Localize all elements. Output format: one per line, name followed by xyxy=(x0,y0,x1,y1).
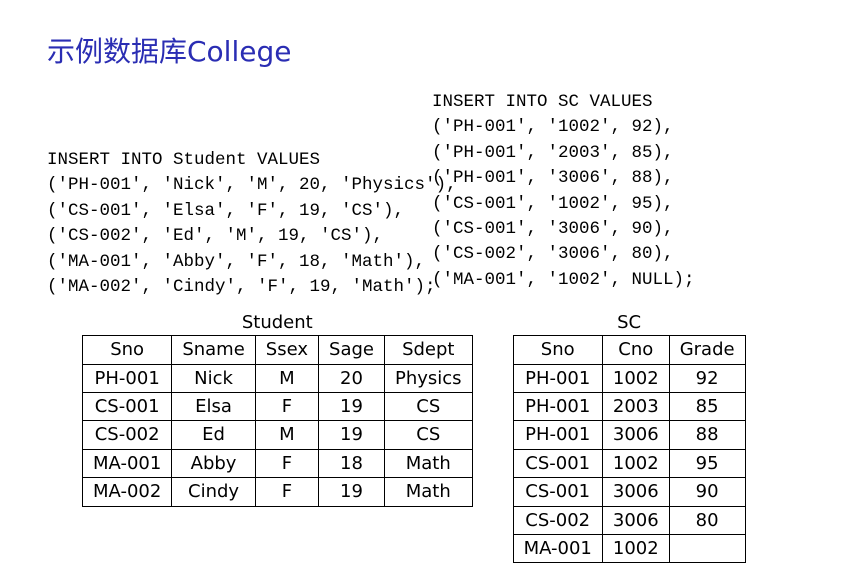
cell: 3006 xyxy=(602,506,669,534)
col-header: Sage xyxy=(319,336,385,364)
cell: Ed xyxy=(172,421,255,449)
cell: PH-001 xyxy=(83,364,172,392)
cell: CS-002 xyxy=(513,506,602,534)
student-table-wrap: Student Sno Sname Ssex Sage Sdept PH-001… xyxy=(82,312,473,506)
cell: F xyxy=(255,393,318,421)
sc-insert-code: INSERT INTO SC VALUES ('PH-001', '1002',… xyxy=(432,90,802,293)
cell: 88 xyxy=(669,421,745,449)
table-row: PH-001 Nick M 20 Physics xyxy=(83,364,473,392)
cell: CS-001 xyxy=(513,478,602,506)
cell: CS xyxy=(384,393,472,421)
cell: 19 xyxy=(319,478,385,506)
cell: CS xyxy=(384,421,472,449)
cell: CS-001 xyxy=(513,449,602,477)
cell: CS-001 xyxy=(83,393,172,421)
cell: Math xyxy=(384,478,472,506)
table-row: CS-001 1002 95 xyxy=(513,449,745,477)
slide: 示例数据库College INSERT INTO Student VALUES … xyxy=(0,0,851,549)
page-title: 示例数据库College xyxy=(47,30,804,70)
cell: F xyxy=(255,478,318,506)
cell: 2003 xyxy=(602,393,669,421)
cell: Nick xyxy=(172,364,255,392)
student-insert-code: INSERT INTO Student VALUES ('PH-001', 'N… xyxy=(47,90,427,300)
cell: MA-001 xyxy=(83,449,172,477)
cell: PH-001 xyxy=(513,421,602,449)
cell: MA-002 xyxy=(83,478,172,506)
table-row: MA-002 Cindy F 19 Math xyxy=(83,478,473,506)
cell: F xyxy=(255,449,318,477)
col-header: Cno xyxy=(602,336,669,364)
tables-row: Student Sno Sname Ssex Sage Sdept PH-001… xyxy=(47,312,804,563)
cell: 19 xyxy=(319,393,385,421)
cell: 80 xyxy=(669,506,745,534)
col-header: Ssex xyxy=(255,336,318,364)
student-table-caption: Student xyxy=(82,312,473,333)
cell: CS-002 xyxy=(83,421,172,449)
cell: 1002 xyxy=(602,449,669,477)
col-header: Sdept xyxy=(384,336,472,364)
sc-table-caption: SC xyxy=(513,312,746,333)
cell: 3006 xyxy=(602,478,669,506)
cell: 85 xyxy=(669,393,745,421)
table-row: PH-001 1002 92 xyxy=(513,364,745,392)
cell: 3006 xyxy=(602,421,669,449)
table-row: PH-001 3006 88 xyxy=(513,421,745,449)
cell: 20 xyxy=(319,364,385,392)
table-row: CS-001 3006 90 xyxy=(513,478,745,506)
cell: Elsa xyxy=(172,393,255,421)
cell: 19 xyxy=(319,421,385,449)
col-header: Grade xyxy=(669,336,745,364)
table-row: CS-002 3006 80 xyxy=(513,506,745,534)
cell: 1002 xyxy=(602,364,669,392)
student-table: Sno Sname Ssex Sage Sdept PH-001 Nick M … xyxy=(82,335,473,506)
col-header: Sno xyxy=(83,336,172,364)
cell: Math xyxy=(384,449,472,477)
cell: 95 xyxy=(669,449,745,477)
table-row: MA-001 Abby F 18 Math xyxy=(83,449,473,477)
cell: 92 xyxy=(669,364,745,392)
cell: M xyxy=(255,364,318,392)
code-row: INSERT INTO Student VALUES ('PH-001', 'N… xyxy=(47,90,804,300)
cell: M xyxy=(255,421,318,449)
table-row: CS-002 Ed M 19 CS xyxy=(83,421,473,449)
table-row: PH-001 2003 85 xyxy=(513,393,745,421)
sc-table: Sno Cno Grade PH-001 1002 92 PH-001 2003… xyxy=(513,335,746,563)
col-header: Sno xyxy=(513,336,602,364)
cell: Abby xyxy=(172,449,255,477)
cell: PH-001 xyxy=(513,364,602,392)
cell: 18 xyxy=(319,449,385,477)
table-row: CS-001 Elsa F 19 CS xyxy=(83,393,473,421)
cell: Cindy xyxy=(172,478,255,506)
cell: Physics xyxy=(384,364,472,392)
col-header: Sname xyxy=(172,336,255,364)
table-header-row: Sno Cno Grade xyxy=(513,336,745,364)
sc-table-wrap: SC Sno Cno Grade PH-001 1002 92 xyxy=(513,312,746,563)
cell: PH-001 xyxy=(513,393,602,421)
table-header-row: Sno Sname Ssex Sage Sdept xyxy=(83,336,473,364)
cell: 90 xyxy=(669,478,745,506)
